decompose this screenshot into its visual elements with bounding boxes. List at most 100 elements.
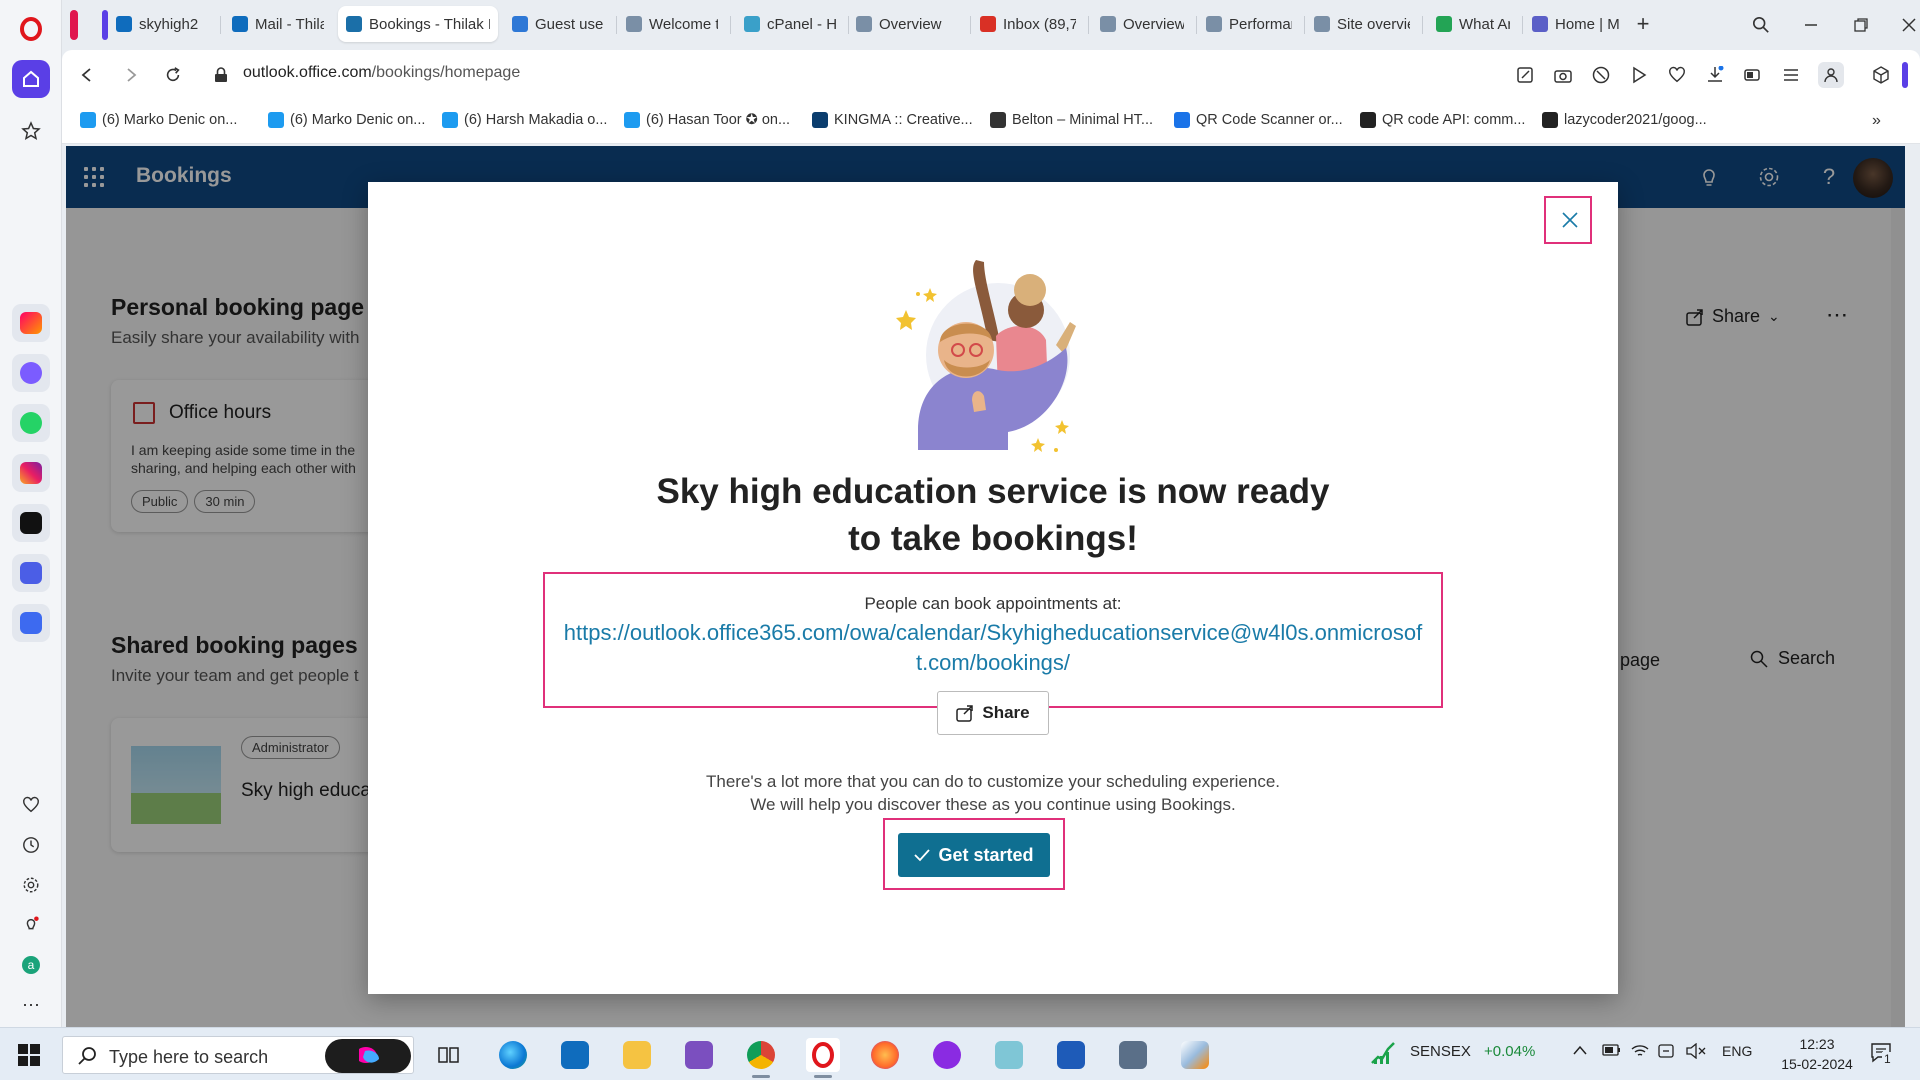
star-icon[interactable]: [12, 112, 50, 150]
tab-strip: skyhigh2 Mail - Thilak Bookings - Thilak K…: [62, 0, 1920, 50]
tab-11[interactable]: Site overvie: [1306, 6, 1418, 42]
bookmark-item[interactable]: Belton – Minimal HT...: [990, 112, 1153, 128]
tab-separator: [220, 16, 221, 34]
bookmark-favicon-icon: [624, 112, 640, 128]
lock-icon[interactable]: [208, 62, 234, 88]
chevron-up-icon[interactable]: [1572, 1043, 1588, 1060]
bookmark-item[interactable]: (6) Hasan Toor ✪ on...: [624, 112, 790, 128]
tab-6[interactable]: cPanel - Ho: [736, 6, 844, 42]
tips-icon[interactable]: [20, 914, 42, 936]
share-button[interactable]: Share: [937, 691, 1049, 735]
bookmark-favicon-icon: [990, 112, 1006, 128]
tab-8[interactable]: Inbox (89,7: [972, 6, 1084, 42]
word-icon[interactable]: [1054, 1038, 1088, 1072]
adblock-icon[interactable]: [1590, 64, 1612, 86]
windows-start-icon[interactable]: [18, 1044, 40, 1066]
new-tab-button[interactable]: +: [1630, 6, 1656, 42]
opera-logo-icon[interactable]: [12, 10, 50, 48]
copilot-icon[interactable]: [325, 1039, 411, 1073]
history-icon[interactable]: [20, 834, 42, 856]
bookmark-item[interactable]: KINGMA :: Creative...: [812, 112, 973, 128]
notes-app-icon[interactable]: [992, 1038, 1026, 1072]
minimize-button[interactable]: [1798, 12, 1824, 38]
reload-icon[interactable]: [160, 62, 186, 88]
close-icon[interactable]: [1550, 200, 1590, 240]
bookmark-favicon-icon: [268, 112, 284, 128]
home-icon[interactable]: [12, 60, 50, 98]
messenger-icon[interactable]: [12, 354, 50, 392]
firefox-icon[interactable]: [868, 1038, 902, 1072]
bookmark-item[interactable]: (6) Marko Denic on...: [268, 112, 425, 128]
volume-muted-icon[interactable]: [1686, 1042, 1706, 1063]
clock[interactable]: 12:23 15-02-2024: [1772, 1034, 1862, 1074]
tab-4[interactable]: Guest users: [504, 6, 612, 42]
profile-icon[interactable]: [1818, 62, 1844, 88]
visual-studio-icon[interactable]: [682, 1038, 716, 1072]
tab-1[interactable]: skyhigh2: [108, 6, 216, 42]
edit-icon[interactable]: [1514, 64, 1536, 86]
booking-link[interactable]: https://outlook.office365.com/owa/calend…: [558, 618, 1428, 678]
file-explorer-icon[interactable]: [620, 1038, 654, 1072]
remote-desktop-icon[interactable]: [1116, 1038, 1150, 1072]
tab-12[interactable]: What Are S: [1428, 6, 1518, 42]
battery-icon[interactable]: [1602, 1043, 1622, 1061]
bookmark-item[interactable]: QR Code Scanner or...: [1174, 112, 1343, 128]
close-window-button[interactable]: [1896, 12, 1920, 38]
tab-13[interactable]: Home | Mic: [1524, 6, 1628, 42]
bookmark-label: lazycoder2021/goog...: [1564, 112, 1707, 128]
restore-button[interactable]: [1848, 12, 1874, 38]
easy-setup-icon[interactable]: [1780, 64, 1802, 86]
forward-icon[interactable]: [118, 62, 144, 88]
tab-separator: [1088, 16, 1089, 34]
tab-5[interactable]: Welcome to: [618, 6, 726, 42]
sidebar-toggle[interactable]: [1902, 62, 1908, 88]
instagram-icon[interactable]: [12, 454, 50, 492]
meet-now-icon[interactable]: [1658, 1043, 1678, 1063]
tab-9[interactable]: Overview: [1092, 6, 1192, 42]
mail-icon[interactable]: [558, 1038, 592, 1072]
tab-7[interactable]: Overview: [848, 6, 966, 42]
bookmark-item[interactable]: (6) Marko Denic on...: [80, 112, 237, 128]
stock-chart-icon[interactable]: [1370, 1039, 1398, 1069]
language-indicator[interactable]: ENG: [1722, 1043, 1752, 1059]
bookmark-item[interactable]: (6) Harsh Makadia o...: [442, 112, 607, 128]
more-icon[interactable]: ⋯: [20, 994, 42, 1016]
bookmark-item[interactable]: QR code API: comm...: [1360, 112, 1525, 128]
play-icon[interactable]: [1628, 64, 1650, 86]
browser-app-icon[interactable]: [930, 1038, 964, 1072]
search-tabs-icon[interactable]: [1748, 12, 1774, 38]
bookmark-label: QR Code Scanner or...: [1196, 112, 1343, 128]
music-player-icon[interactable]: [12, 554, 50, 592]
taskbar-search-input[interactable]: Type here to search: [62, 1036, 414, 1074]
more-bookmarks-icon[interactable]: »: [1872, 112, 1881, 130]
search-placeholder: Type here to search: [109, 1047, 269, 1067]
get-started-button[interactable]: Get started: [898, 833, 1050, 877]
back-icon[interactable]: [74, 62, 100, 88]
bookmark-item[interactable]: lazycoder2021/goog...: [1542, 112, 1707, 128]
favorite-icon[interactable]: [1666, 64, 1688, 86]
aria-icon[interactable]: [12, 304, 50, 342]
extensions-icon[interactable]: [1870, 64, 1892, 86]
tab-10[interactable]: Performanc: [1198, 6, 1300, 42]
x-twitter-icon[interactable]: [12, 504, 50, 542]
opera-icon[interactable]: [806, 1038, 840, 1078]
tab-3[interactable]: Bookings - Thilak K: [338, 6, 498, 42]
notification-center-icon[interactable]: 1: [1870, 1042, 1894, 1066]
player-icon[interactable]: [12, 604, 50, 642]
tab-2[interactable]: Mail - Thilak: [224, 6, 332, 42]
edge-icon[interactable]: [496, 1038, 530, 1072]
download-icon[interactable]: [1704, 64, 1726, 86]
camera-icon[interactable]: [1552, 64, 1574, 86]
settings-icon[interactable]: [20, 874, 42, 896]
aria-assistant-icon[interactable]: a: [20, 954, 42, 976]
whatsapp-icon[interactable]: [12, 404, 50, 442]
booking-link-label: People can book appointments at:: [864, 594, 1122, 613]
paint-icon[interactable]: [1178, 1038, 1212, 1072]
url-field[interactable]: outlook.office.com/bookings/homepage: [243, 64, 520, 82]
bookmark-favicon-icon: [812, 112, 828, 128]
task-view-icon[interactable]: [432, 1038, 466, 1072]
chrome-icon[interactable]: [744, 1038, 778, 1078]
battery-saver-icon[interactable]: [1742, 64, 1764, 86]
heart-icon[interactable]: [20, 794, 42, 816]
network-icon[interactable]: [1630, 1043, 1650, 1063]
